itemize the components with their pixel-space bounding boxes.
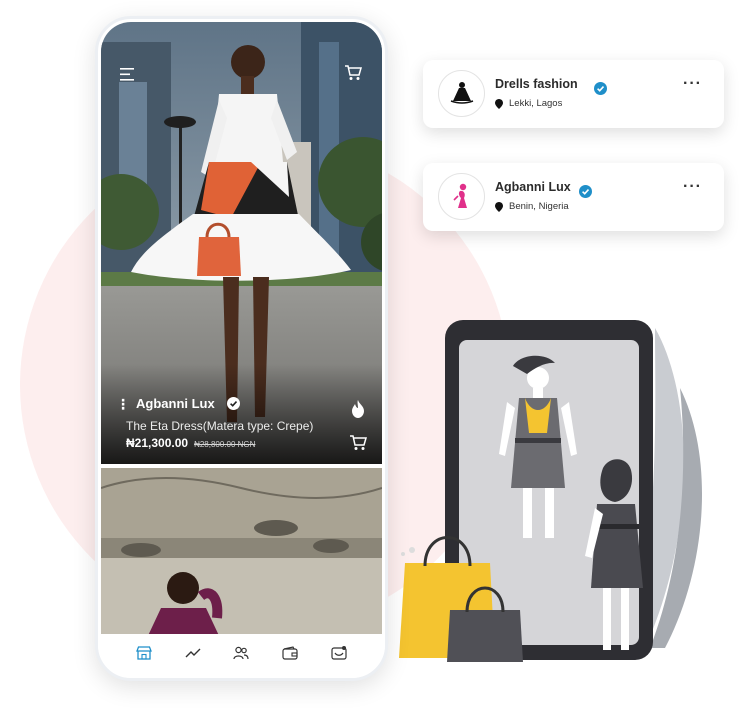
current-price: ₦21,300.00: [126, 436, 189, 450]
vendor-name: Drells fashion: [495, 77, 578, 91]
vendor-card[interactable]: Drells fashion Lekki, Lagos ···: [423, 60, 724, 128]
fire-icon[interactable]: [350, 400, 366, 418]
figure-logo-icon: [452, 183, 467, 208]
vendor-location: Lekki, Lagos: [495, 98, 562, 109]
location-pin-icon: [495, 201, 503, 212]
verified-badge-icon: [594, 82, 607, 95]
phone-mockup: ⋮ Agbanni Lux The Eta Dress(Matera type:…: [95, 16, 388, 681]
vendor-logo: [438, 173, 485, 220]
inbox-icon[interactable]: [331, 646, 347, 660]
location-pin-icon: [495, 98, 503, 109]
fashion-illustration: [399, 320, 703, 662]
verified-badge-icon: [226, 397, 240, 410]
shopping-bag-gray: [447, 610, 523, 662]
product-photo-image: [101, 468, 382, 640]
wallet-icon[interactable]: [282, 646, 298, 660]
more-options-icon[interactable]: ···: [683, 178, 702, 196]
feed-vendor[interactable]: ⋮ Agbanni Lux: [116, 396, 240, 411]
dress-logo-icon: [450, 81, 473, 104]
vendor-location-text: Benin, Nigeria: [509, 201, 569, 212]
trending-icon[interactable]: [185, 647, 201, 659]
cart-icon[interactable]: [344, 64, 362, 81]
vendor-name: Agbanni Lux: [495, 180, 571, 194]
menu-icon[interactable]: [120, 68, 136, 81]
product-photo[interactable]: [101, 468, 382, 640]
vendor-logo: [438, 70, 485, 117]
add-to-cart-icon[interactable]: [349, 434, 367, 451]
kebab-menu-icon[interactable]: ⋮: [116, 397, 130, 411]
vendor-location-text: Lekki, Lagos: [509, 98, 563, 109]
hero-illustration: Drells fashion Lekki, Lagos ··· Agbanni …: [0, 0, 745, 725]
price-line: ₦21,300.00 ₦28,800.00 NGN: [126, 436, 255, 450]
product-photo[interactable]: ⋮ Agbanni Lux The Eta Dress(Matera type:…: [101, 22, 382, 464]
more-options-icon[interactable]: ···: [683, 75, 702, 93]
people-icon[interactable]: [233, 646, 250, 660]
vendor-location: Benin, Nigeria: [495, 201, 569, 212]
store-icon[interactable]: [136, 646, 153, 660]
vendor-card[interactable]: Agbanni Lux Benin, Nigeria ···: [423, 163, 724, 231]
product-name: The Eta Dress(Matera type: Crepe): [126, 419, 314, 433]
bottom-nav: [98, 634, 385, 678]
original-price: ₦28,800.00 NGN: [194, 440, 256, 449]
feed-vendor-name: Agbanni Lux: [136, 396, 215, 411]
verified-badge-icon: [579, 185, 592, 198]
